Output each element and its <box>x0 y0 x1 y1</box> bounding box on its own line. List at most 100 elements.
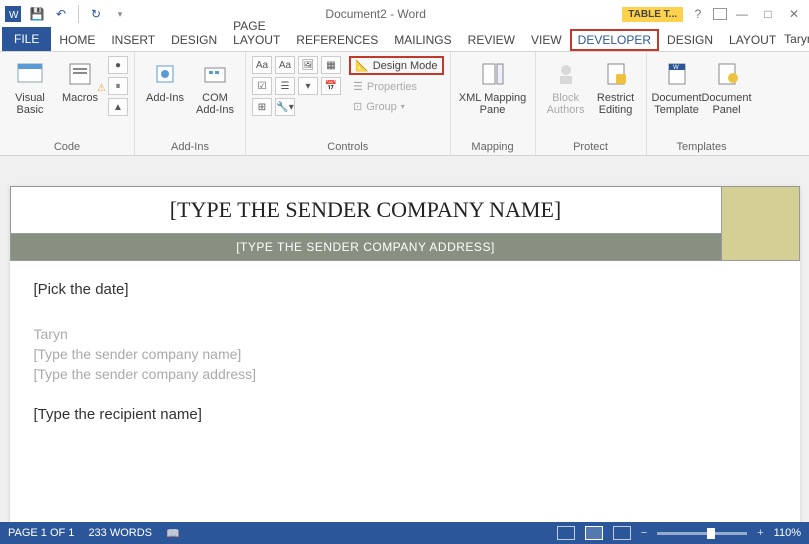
visual-basic-button[interactable]: Visual Basic <box>6 56 54 118</box>
tab-table-design[interactable]: DESIGN <box>659 29 721 51</box>
restrict-editing-icon <box>600 58 632 90</box>
tab-developer[interactable]: DEVELOPER <box>570 29 659 51</box>
design-mode-label: Design Mode <box>373 60 438 72</box>
properties-label: Properties <box>367 81 417 93</box>
ribbon: Visual Basic Macros ● ⏸ ▲ Code Add-Ins C… <box>0 52 809 156</box>
design-mode-icon: 📐 <box>355 59 369 72</box>
print-layout-icon[interactable] <box>585 526 603 540</box>
recipient-name-line[interactable]: [Type the recipient name] <box>34 404 776 426</box>
visual-basic-icon <box>14 58 46 90</box>
document-panel-label: Document Panel <box>701 92 751 116</box>
plain-text-control-icon[interactable]: Aa <box>275 56 295 74</box>
building-block-control-icon[interactable]: ▦ <box>321 56 341 74</box>
date-picker-control-icon[interactable]: 📅 <box>321 77 341 95</box>
design-mode-button[interactable]: 📐 Design Mode <box>349 56 444 75</box>
document-body[interactable]: [Pick the date] Taryn [Type the sender c… <box>10 261 800 446</box>
combobox-control-icon[interactable]: ☰ <box>275 77 295 95</box>
redo-icon[interactable]: ↻ <box>87 5 105 23</box>
group-addins-label: Add-Ins <box>141 139 239 153</box>
close-icon[interactable]: ✕ <box>783 4 805 24</box>
group-button[interactable]: ⊡ Group ▾ <box>349 98 444 115</box>
checkbox-control-icon[interactable]: ☑ <box>252 77 272 95</box>
group-controls-label: Controls <box>252 139 444 153</box>
account-area: Taryn ▾ <box>784 27 809 51</box>
macros-label: Macros <box>62 92 98 104</box>
help-icon[interactable]: ? <box>687 4 709 24</box>
tab-home[interactable]: HOME <box>51 29 103 51</box>
word-app-icon[interactable]: W <box>4 5 22 23</box>
xml-mapping-label: XML Mapping Pane <box>459 92 526 116</box>
group-addins: Add-Ins COM Add-Ins Add-Ins <box>135 52 246 155</box>
svg-text:W: W <box>673 65 679 71</box>
header-left-cell: [TYPE THE SENDER COMPANY NAME] [TYPE THE… <box>10 186 722 261</box>
macros-button[interactable]: Macros <box>56 56 104 106</box>
group-templates: W Document Template Document Panel Templ… <box>647 52 757 155</box>
tab-design[interactable]: DESIGN <box>163 29 225 51</box>
restrict-editing-button[interactable]: Restrict Editing <box>592 56 640 118</box>
addins-button[interactable]: Add-Ins <box>141 56 189 106</box>
group-protect-label: Protect <box>542 139 640 153</box>
legacy-tools-icon[interactable]: 🔧▾ <box>275 98 295 116</box>
group-control-label: Group <box>366 101 397 113</box>
sender-address-line[interactable]: [Type the sender company address] <box>34 364 776 384</box>
sender-company-address-control[interactable]: [TYPE THE SENDER COMPANY ADDRESS] <box>11 234 721 260</box>
zoom-level[interactable]: 110% <box>774 527 801 539</box>
undo-icon[interactable]: ↶ <box>52 5 70 23</box>
file-tab[interactable]: FILE <box>2 27 51 51</box>
user-name[interactable]: Taryn <box>784 32 809 46</box>
block-authors-icon <box>550 58 582 90</box>
table-tools-context-tab[interactable]: TABLE T... <box>622 7 683 22</box>
tab-insert[interactable]: INSERT <box>103 29 163 51</box>
tab-page-layout[interactable]: PAGE LAYOUT <box>225 15 288 51</box>
addins-icon <box>149 58 181 90</box>
qat-customize-icon[interactable]: ▾ <box>111 5 129 23</box>
properties-button[interactable]: ☰ Properties <box>349 78 444 95</box>
com-addins-label: COM Add-Ins <box>196 92 234 116</box>
record-macro-icon[interactable]: ● <box>108 56 128 74</box>
date-picker-control[interactable]: [Pick the date] <box>34 281 776 298</box>
content-controls-gallery: Aa Aa 🖼 ▦ ☑ ☰ ▾ 📅 ⊞ 🔧▾ <box>252 56 341 116</box>
dropdown-control-icon[interactable]: ▾ <box>298 77 318 95</box>
tab-mailings[interactable]: MAILINGS <box>386 29 459 51</box>
tab-references[interactable]: REFERENCES <box>288 29 386 51</box>
title-right: TABLE T... ? — □ ✕ <box>622 4 805 24</box>
tab-view[interactable]: VIEW <box>523 29 570 51</box>
header-right-cell[interactable] <box>722 186 800 261</box>
picture-control-icon[interactable]: 🖼 <box>298 56 318 74</box>
group-code-label: Code <box>6 139 128 153</box>
minimize-icon[interactable]: — <box>731 4 753 24</box>
spelling-status-icon[interactable]: 📖 <box>166 527 180 540</box>
zoom-in-icon[interactable]: + <box>757 527 763 539</box>
sender-name-line[interactable]: Taryn <box>34 324 776 344</box>
web-layout-icon[interactable] <box>613 526 631 540</box>
visual-basic-label: Visual Basic <box>15 92 45 116</box>
page-indicator[interactable]: PAGE 1 OF 1 <box>8 527 74 539</box>
group-mapping-label: Mapping <box>457 139 529 153</box>
document-template-button[interactable]: W Document Template <box>653 56 701 118</box>
read-mode-icon[interactable] <box>557 526 575 540</box>
tab-table-layout[interactable]: LAYOUT <box>721 29 784 51</box>
repeating-section-control-icon[interactable]: ⊞ <box>252 98 272 116</box>
rich-text-control-icon[interactable]: Aa <box>252 56 272 74</box>
save-icon[interactable]: 💾 <box>28 5 46 23</box>
document-panel-button[interactable]: Document Panel <box>703 56 751 118</box>
zoom-out-icon[interactable]: − <box>641 527 647 539</box>
group-mapping: XML Mapping Pane Mapping <box>451 52 536 155</box>
quick-access-toolbar: W 💾 ↶ ↻ ▾ <box>4 5 129 23</box>
word-count[interactable]: 233 WORDS <box>88 527 152 539</box>
sender-company-name-control[interactable]: [TYPE THE SENDER COMPANY NAME] <box>11 187 721 234</box>
xml-mapping-pane-button[interactable]: XML Mapping Pane <box>457 56 529 118</box>
ribbon-options-icon[interactable] <box>713 8 727 20</box>
qat-separator <box>78 5 79 23</box>
zoom-slider[interactable] <box>657 532 747 535</box>
sender-company-line[interactable]: [Type the sender company name] <box>34 344 776 364</box>
pause-recording-icon[interactable]: ⏸ <box>108 77 128 95</box>
document-page[interactable]: [TYPE THE SENDER COMPANY NAME] [TYPE THE… <box>10 186 800 526</box>
block-authors-button[interactable]: Block Authors <box>542 56 590 118</box>
maximize-icon[interactable]: □ <box>757 4 779 24</box>
macro-security-icon[interactable]: ▲ <box>108 98 128 116</box>
status-bar: PAGE 1 OF 1 233 WORDS 📖 − + 110% <box>0 522 809 544</box>
code-small-buttons: ● ⏸ ▲ <box>108 56 128 116</box>
tab-review[interactable]: REVIEW <box>460 29 523 51</box>
com-addins-button[interactable]: COM Add-Ins <box>191 56 239 118</box>
